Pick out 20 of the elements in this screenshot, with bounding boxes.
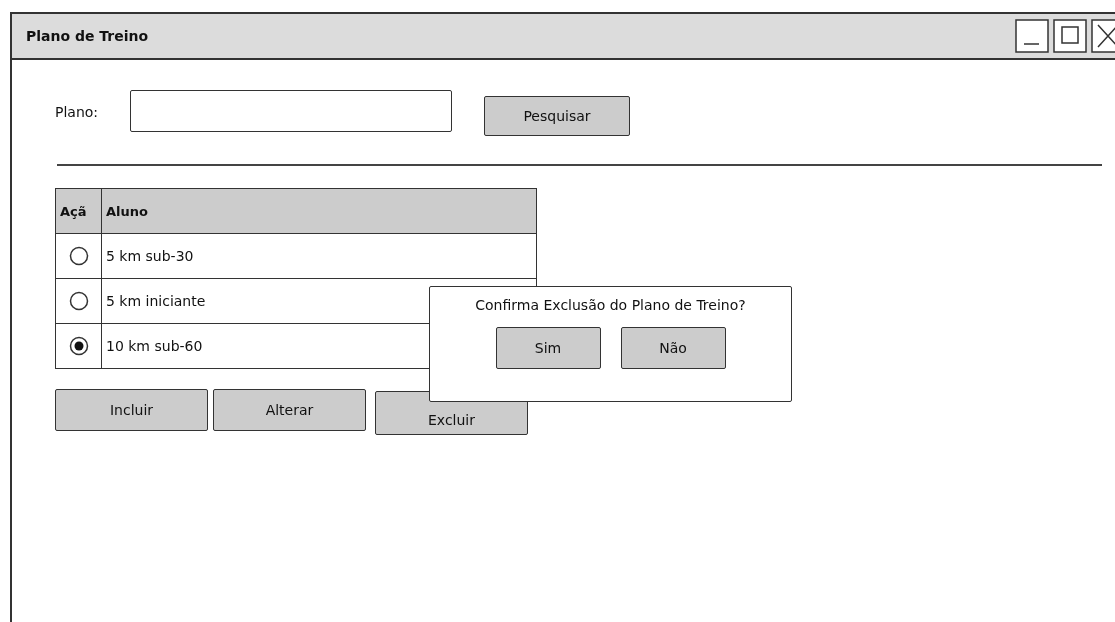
table-cell: 5 km sub-30 bbox=[106, 248, 194, 264]
dialog-button[interactable]: Não bbox=[620, 327, 726, 369]
search-button[interactable]: Pesquisar bbox=[484, 96, 630, 136]
minimize-icon[interactable] bbox=[1015, 19, 1049, 53]
dialog-message: Confirma Exclusão do Plano de Treino? bbox=[475, 297, 746, 313]
radio-button[interactable] bbox=[68, 291, 89, 311]
close-icon[interactable] bbox=[1091, 19, 1115, 53]
column-header: Açã bbox=[56, 189, 102, 233]
column-header: Aluno bbox=[105, 202, 149, 221]
plano-input-field[interactable] bbox=[130, 90, 452, 132]
action-button[interactable]: Alterar bbox=[213, 389, 366, 431]
table-cell: 5 km iniciante bbox=[106, 293, 206, 309]
maximize-icon[interactable] bbox=[1053, 19, 1087, 53]
radio-button[interactable] bbox=[68, 336, 89, 356]
radio-button[interactable] bbox=[68, 246, 89, 266]
window-title: Plano de Treino bbox=[26, 28, 149, 44]
field-label: Plano: bbox=[55, 104, 100, 120]
table-cell: 10 km sub-60 bbox=[106, 338, 203, 354]
action-button[interactable]: Incluir bbox=[55, 389, 208, 431]
dialog-button[interactable]: Sim bbox=[495, 327, 601, 369]
